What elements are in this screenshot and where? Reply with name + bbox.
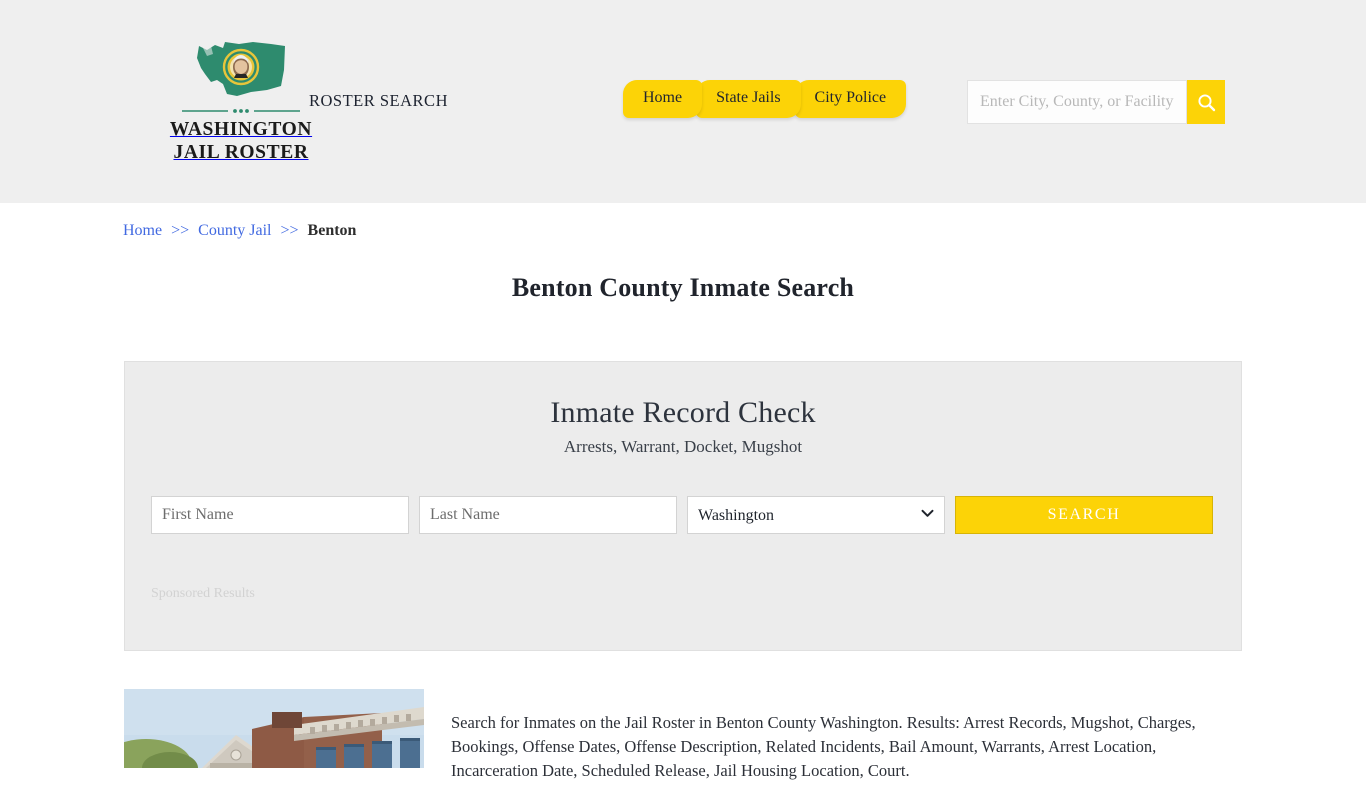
breadcrumb-separator-1: >>	[171, 222, 190, 239]
breadcrumb-link-home[interactable]: Home	[123, 222, 162, 239]
first-name-input[interactable]	[151, 496, 409, 534]
last-name-input[interactable]	[419, 496, 677, 534]
washington-state-flag-icon	[197, 42, 285, 96]
inmate-record-check-panel: Inmate Record Check Arrests, Warrant, Do…	[124, 361, 1242, 651]
logo-wordmark-line2: JAIL ROSTER	[173, 142, 309, 163]
panel-title: Inmate Record Check	[550, 396, 816, 429]
nav-item-home[interactable]: Home	[623, 80, 703, 118]
state-select[interactable]: Washington	[687, 496, 945, 534]
page-title: Benton County Inmate Search	[511, 273, 855, 302]
inmate-search-submit-button[interactable]: SEARCH	[955, 496, 1213, 534]
header-tagline: ROSTER SEARCH	[309, 91, 448, 110]
breadcrumb: Home >> County Jail >> Benton	[123, 203, 1243, 240]
header-search-form	[967, 80, 1225, 124]
logo-wordmark-line1: WASHINGTON	[169, 119, 313, 140]
header-search-button[interactable]	[1187, 80, 1225, 124]
header-search-input[interactable]	[967, 80, 1187, 124]
site-header: WASHINGTON JAIL ROSTER ROSTER SEARCH Hom…	[0, 0, 1366, 203]
search-icon	[1197, 93, 1215, 111]
logo-wordmark: WASHINGTON JAIL ROSTER	[151, 118, 331, 164]
article-section: Search for Inmates on the Jail Roster in…	[124, 689, 1242, 799]
courthouse-photo-image	[124, 689, 424, 768]
nav-item-city-police[interactable]: City Police	[794, 80, 907, 118]
nav-item-state-jails[interactable]: State Jails	[696, 80, 801, 118]
header-inner: WASHINGTON JAIL ROSTER ROSTER SEARCH Hom…	[123, 0, 1243, 203]
breadcrumb-link-county-jail[interactable]: County Jail	[198, 222, 271, 239]
state-select-wrapper: Washington	[687, 496, 945, 534]
site-logo[interactable]: WASHINGTON JAIL ROSTER	[151, 40, 331, 164]
breadcrumb-current: Benton	[307, 222, 357, 239]
ornamental-divider-icon	[182, 109, 300, 113]
article-body: Search for Inmates on the Jail Roster in…	[451, 712, 1196, 780]
courthouse-photo	[124, 689, 424, 768]
main-navigation: Home State Jails City Police	[623, 80, 907, 118]
panel-subtitle: Arrests, Warrant, Docket, Mugshot	[563, 437, 803, 456]
breadcrumb-separator-2: >>	[280, 222, 299, 239]
inmate-search-form: Washington SEARCH	[125, 496, 1241, 534]
sponsored-results-label: Sponsored Results	[151, 586, 255, 601]
